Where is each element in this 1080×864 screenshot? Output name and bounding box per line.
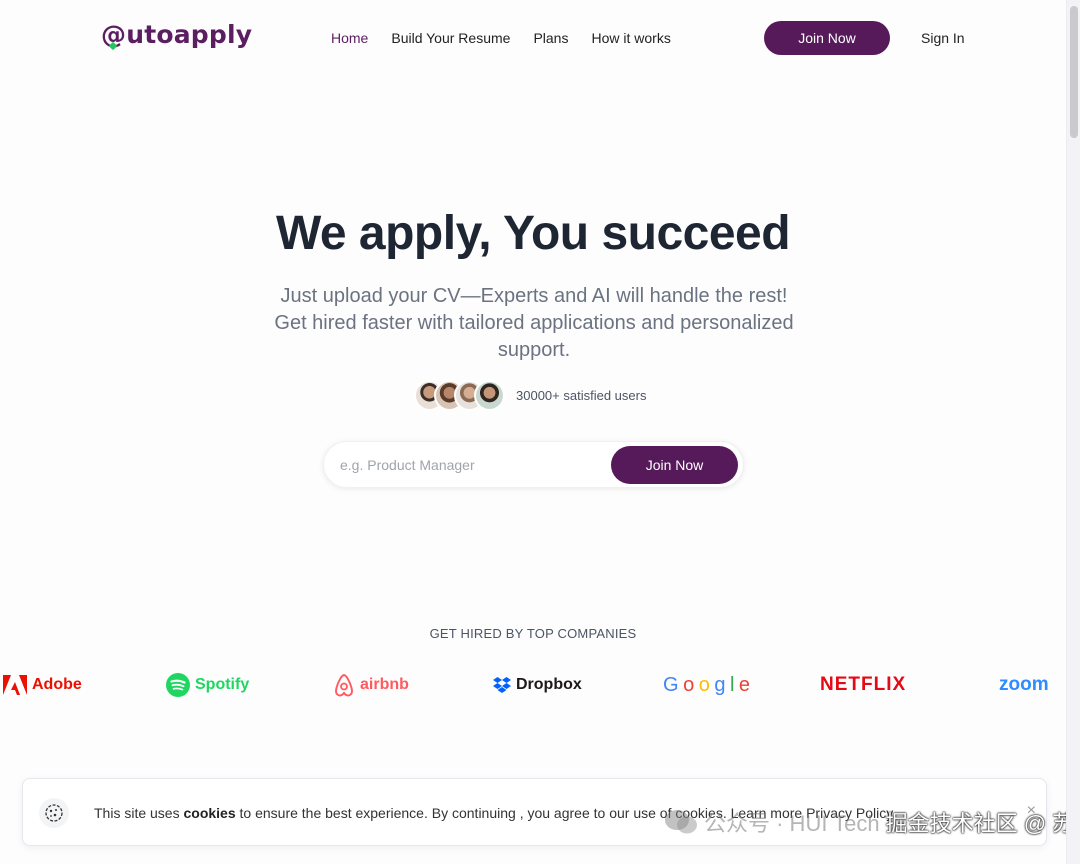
satisfied-users-count: 30000+ satisfied users <box>516 388 647 403</box>
company-name: airbnb <box>360 676 409 693</box>
company-name: Spotify <box>195 676 250 693</box>
watermark-strong: 掘金技术社区 @ 苏瑾深 <box>885 811 1080 836</box>
nav-link-plans[interactable]: Plans <box>533 30 568 46</box>
company-logo-adobe: Adobe <box>3 672 82 698</box>
job-title-input[interactable] <box>340 453 608 477</box>
page: @utoapply Home Build Your Resume Plans H… <box>0 0 1080 864</box>
sign-in-link[interactable]: Sign In <box>921 30 965 46</box>
adobe-icon <box>3 675 27 695</box>
company-name: Dropbox <box>516 676 582 693</box>
logo[interactable]: @utoapply <box>101 20 252 49</box>
company-logo-spotify: Spotify <box>166 672 249 698</box>
company-name: zoom <box>999 674 1049 695</box>
company-name: Adobe <box>32 676 82 693</box>
dropbox-icon <box>493 676 511 693</box>
airbnb-icon <box>335 674 353 697</box>
companies-heading: GET HIRED BY TOP COMPANIES <box>429 626 637 641</box>
page-scrollbar[interactable] <box>1066 0 1080 864</box>
job-search-bar: Join Now <box>323 441 744 488</box>
zoom-wordmark: zoom <box>999 672 1049 698</box>
watermark: 公众号 · HUI Tech 掘金技术社区 @ 苏瑾深 <box>664 806 1080 838</box>
cookie-icon <box>39 798 69 828</box>
google-wordmark: Google <box>663 673 750 696</box>
nav-link-home[interactable]: Home <box>331 30 368 46</box>
watermark-faded: 公众号 · HUI Tech <box>704 811 880 836</box>
netflix-wordmark: NETFLIX <box>820 672 906 698</box>
wechat-icon <box>665 810 697 834</box>
nav-link-how-it-works[interactable]: How it works <box>591 30 670 46</box>
nav-link-build-resume[interactable]: Build Your Resume <box>391 30 510 46</box>
company-name: NETFLIX <box>820 674 907 695</box>
avatar <box>474 380 505 411</box>
hero-title: We apply, You succeed <box>275 207 791 260</box>
spotify-icon <box>166 673 190 697</box>
company-logo-airbnb: airbnb <box>333 672 409 698</box>
hero-subtitle: Just upload your CV—Experts and AI will … <box>274 285 794 361</box>
user-avatars <box>414 380 506 411</box>
main-nav: Home Build Your Resume Plans How it work… <box>331 30 694 46</box>
scrollbar-thumb[interactable] <box>1070 6 1078 138</box>
company-logo-dropbox: Dropbox <box>493 672 582 698</box>
nav-join-button[interactable]: Join Now <box>764 21 890 55</box>
hero-join-button[interactable]: Join Now <box>611 446 738 484</box>
